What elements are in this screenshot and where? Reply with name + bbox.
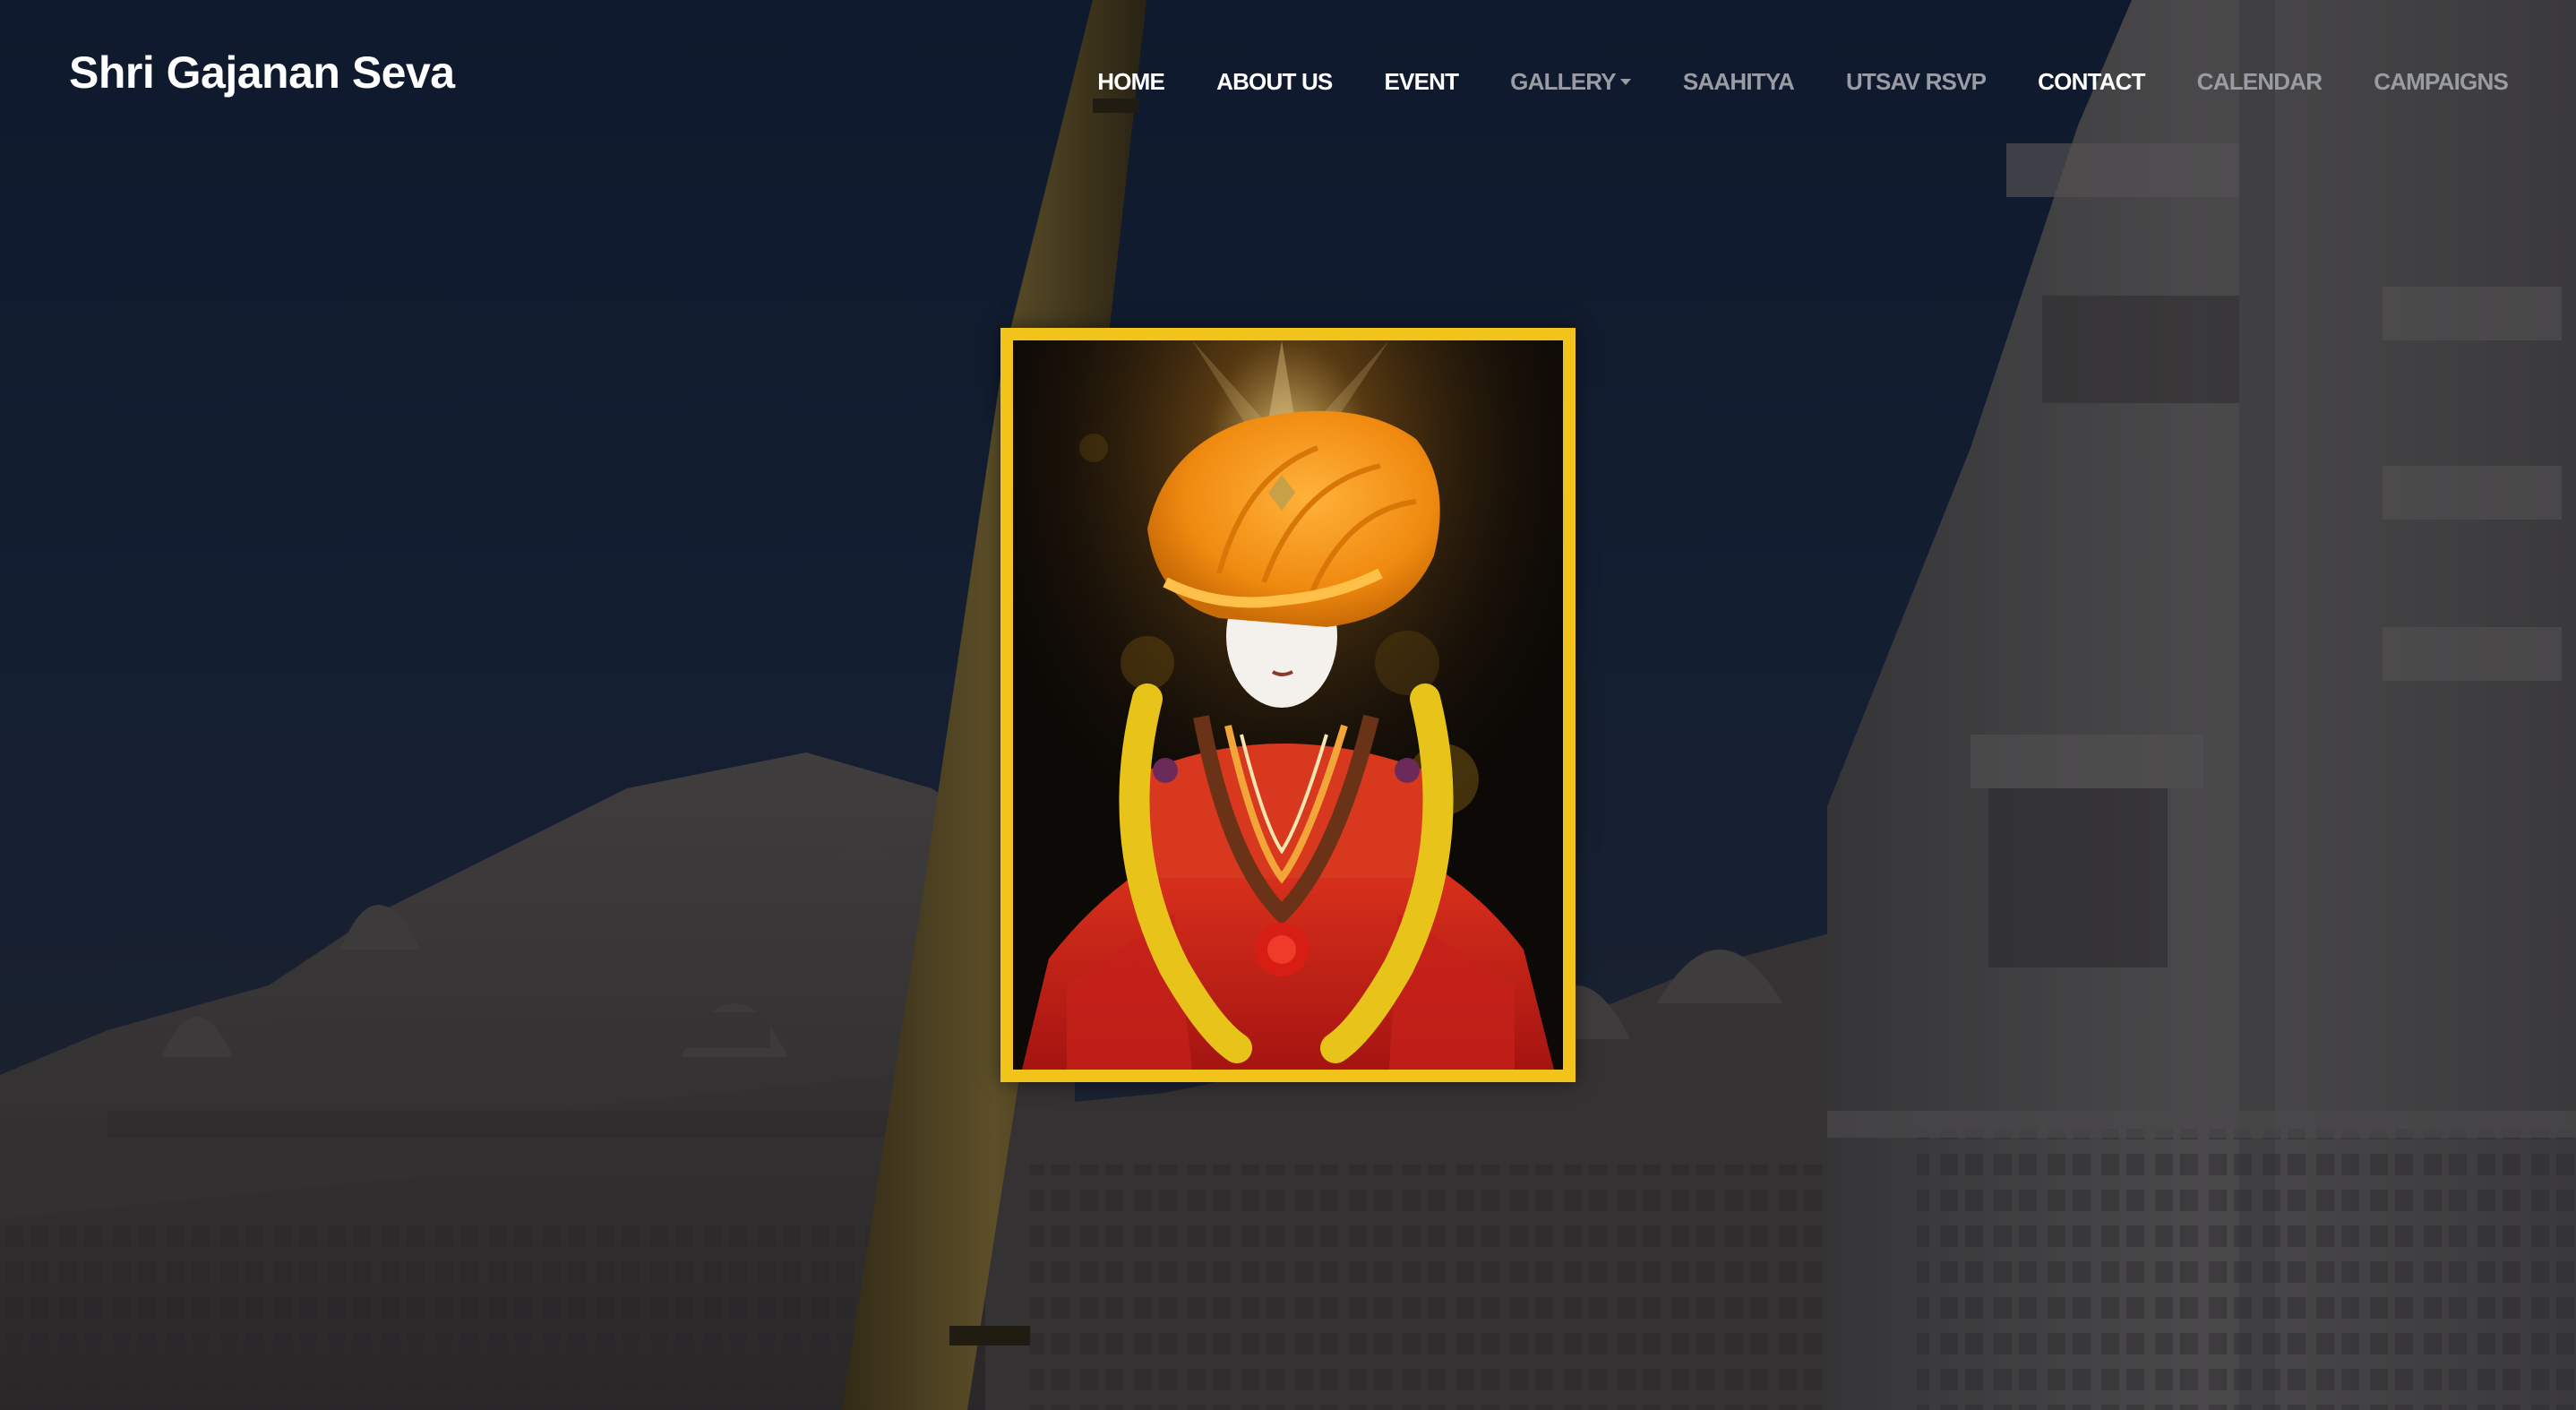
nav-item-saahitya[interactable]: SAAHITYA	[1657, 63, 1820, 101]
nav-item-campaigns[interactable]: CAMPAIGNS	[2348, 63, 2509, 101]
nav-item-contact[interactable]: CONTACT	[2012, 63, 2171, 101]
nav-item-home[interactable]: HOME	[1071, 63, 1190, 101]
nav-item-label: CALENDAR	[2196, 68, 2323, 95]
nav-item-calendar[interactable]: CALENDAR	[2171, 63, 2348, 101]
hero-section: Shri Gajanan Seva HOME ABOUT US EVENT GA…	[0, 0, 2576, 1410]
nav-item-label: SAAHITYA	[1682, 68, 1795, 95]
nav-item-about-us[interactable]: ABOUT US	[1190, 63, 1358, 101]
nav-item-label: GALLERY	[1510, 68, 1616, 95]
top-navbar: Shri Gajanan Seva HOME ABOUT US EVENT GA…	[0, 0, 2576, 161]
site-brand[interactable]: Shri Gajanan Seva	[69, 47, 455, 99]
nav-item-label: CONTACT	[2038, 68, 2145, 95]
nav-item-utsav-rsvp[interactable]: UTSAV RSVP	[1820, 63, 2012, 101]
nav-item-label: UTSAV RSVP	[1845, 68, 1987, 95]
nav-item-label: HOME	[1097, 68, 1165, 95]
nav-menu: HOME ABOUT US EVENT GALLERY SAAHITYA UTS…	[1071, 63, 2509, 101]
nav-item-label: EVENT	[1384, 68, 1459, 95]
nav-item-gallery[interactable]: GALLERY	[1484, 63, 1657, 101]
nav-item-label: CAMPAIGNS	[2374, 68, 2509, 95]
nav-item-label: ABOUT US	[1216, 68, 1333, 95]
caret-down-icon	[1619, 79, 1631, 85]
deity-portrait-frame	[1000, 328, 1576, 1082]
nav-item-event[interactable]: EVENT	[1358, 63, 1484, 101]
deity-portrait-image	[1013, 340, 1563, 1070]
